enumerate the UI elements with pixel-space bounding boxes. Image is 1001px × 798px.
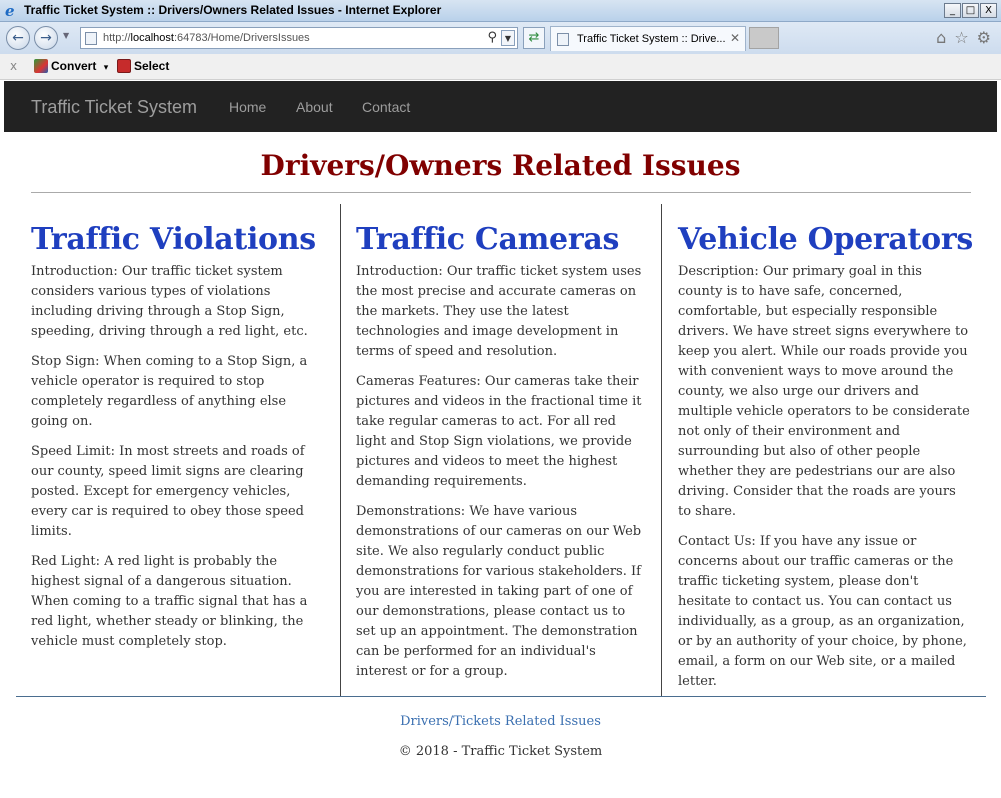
column-title: Vehicle Operators: [678, 222, 973, 257]
tab-label: Traffic Ticket System :: Drive...: [577, 33, 726, 45]
paragraph: Cameras Features: Our cameras take their…: [356, 374, 642, 489]
back-arrow-icon: ←: [12, 30, 24, 46]
forward-button[interactable]: →: [34, 26, 58, 50]
window-titlebar: e Traffic Ticket System :: Drivers/Owner…: [0, 0, 1001, 22]
search-icon[interactable]: ⚲: [487, 30, 497, 45]
command-bar-close-icon[interactable]: x: [10, 59, 17, 73]
settings-gear-icon[interactable]: ⚙: [977, 28, 991, 47]
paragraph: Description: Our primary goal in this co…: [678, 264, 970, 519]
new-tab-button[interactable]: [749, 27, 779, 49]
site-navbar: Traffic Ticket System Home About Contact: [4, 81, 997, 132]
paragraph: Contact Us: If you have any issue or con…: [678, 534, 967, 689]
paragraph: Stop Sign: When coming to a Stop Sign, a…: [31, 354, 308, 429]
nav-link-about[interactable]: About: [296, 99, 333, 115]
footer-copyright: © 2018 - Traffic Ticket System: [398, 744, 603, 759]
column-title: Traffic Cameras: [356, 222, 620, 257]
tab-current[interactable]: Traffic Ticket System :: Drive... ✕: [550, 26, 746, 51]
close-button[interactable]: X: [980, 3, 997, 18]
minimize-button[interactable]: _: [944, 3, 961, 18]
select-icon: [117, 59, 131, 73]
convert-button[interactable]: Convert ▾: [34, 59, 108, 73]
footer-link-tickets-issues: Drivers/Tickets Related Issues: [4, 714, 997, 729]
window-controls: _ □ X: [944, 3, 997, 18]
internet-explorer-logo-icon: e: [5, 2, 15, 20]
paragraph: Demonstrations: We have various demonstr…: [356, 504, 642, 679]
browser-right-icons: ⌂ ☆ ⚙: [936, 28, 991, 47]
paragraph: Introduction: Our traffic ticket system …: [31, 264, 308, 339]
refresh-button[interactable]: ⇄: [523, 27, 545, 49]
footer-link[interactable]: Drivers/Tickets Related Issues: [400, 714, 601, 729]
back-button[interactable]: ←: [6, 26, 30, 50]
convert-icon: [34, 59, 48, 73]
nav-link-contact[interactable]: Contact: [362, 99, 410, 115]
tab-page-icon: [557, 33, 569, 46]
column-title: Traffic Violations: [31, 222, 316, 257]
convert-dropdown-icon[interactable]: ▾: [104, 62, 109, 72]
select-button[interactable]: Select: [117, 59, 169, 73]
column-traffic-violations: Traffic Violations Introduction: Our tra…: [31, 204, 331, 696]
heading-divider: [31, 192, 971, 193]
column-vehicle-operators: Vehicle Operators Description: Our prima…: [661, 204, 973, 696]
column-traffic-cameras: Traffic Cameras Introduction: Our traffi…: [340, 204, 662, 696]
history-dropdown-icon[interactable]: ▼: [63, 31, 69, 40]
paragraph: Introduction: Our traffic ticket system …: [356, 264, 642, 359]
forward-arrow-icon: →: [40, 30, 52, 46]
browser-toolbar: ← → ▼ http://localhost:64783/Home/Driver…: [0, 22, 1001, 54]
refresh-icon: ⇄: [528, 30, 540, 45]
address-url[interactable]: http://localhost:64783/Home/DriversIssue…: [103, 32, 310, 44]
address-dropdown-button[interactable]: ▼: [501, 30, 515, 46]
site-brand-link[interactable]: Traffic Ticket System: [31, 97, 197, 118]
window-title: Traffic Ticket System :: Drivers/Owners …: [24, 3, 442, 17]
tab-close-icon[interactable]: ✕: [730, 31, 740, 45]
paragraph: Red Light: A red light is probably the h…: [31, 554, 308, 649]
nav-link-home[interactable]: Home: [229, 99, 266, 115]
page-icon: [85, 32, 97, 45]
page-title: Drivers/Owners Related Issues: [260, 149, 741, 182]
command-bar: x Convert ▾ Select: [0, 54, 1001, 80]
address-bar[interactable]: http://localhost:64783/Home/DriversIssue…: [80, 27, 518, 49]
favorites-star-icon[interactable]: ☆: [954, 28, 968, 47]
paragraph: Speed Limit: In most streets and roads o…: [31, 444, 305, 539]
home-icon[interactable]: ⌂: [936, 28, 946, 47]
maximize-button[interactable]: □: [962, 3, 979, 18]
web-page: Traffic Ticket System Home About Contact…: [4, 81, 997, 798]
footer-divider: [16, 696, 986, 697]
